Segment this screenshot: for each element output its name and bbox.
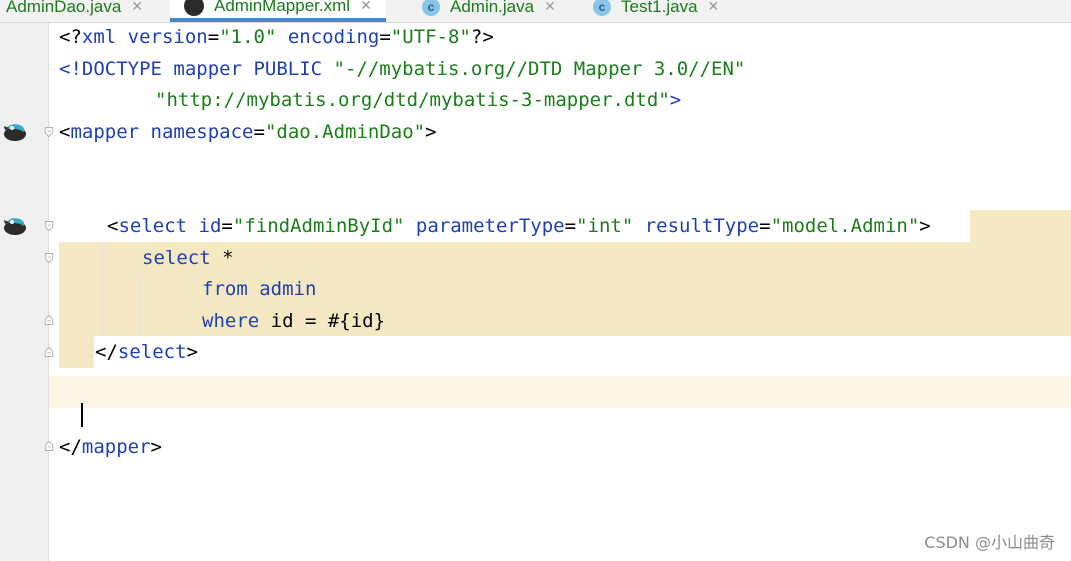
close-icon[interactable]: ✕	[360, 0, 372, 14]
tab-admin-java[interactable]: c Admin.java ✕	[422, 0, 556, 20]
tag-close: >	[150, 436, 162, 458]
public-id: "-//mybatis.org//DTD Mapper 3.0//EN"	[322, 58, 746, 80]
sql-from-keyword: from	[202, 278, 248, 300]
value-id: "findAdminById"	[232, 215, 405, 237]
xml-decl-close: ?>	[470, 26, 494, 48]
class-c-icon: c	[593, 0, 611, 16]
tag-close: >	[919, 215, 931, 237]
fold-close-icon[interactable]	[44, 315, 54, 325]
sql-condition: id = #{id}	[259, 310, 386, 332]
attr-id: id	[187, 215, 222, 237]
tag-name-select: select	[118, 215, 188, 237]
tab-label: AdminDao.java	[6, 0, 122, 16]
doctype-name: mapper	[161, 58, 243, 80]
equals: =	[207, 26, 220, 48]
equals: =	[221, 215, 233, 237]
value-namespace: "dao.AdminDao"	[264, 121, 426, 143]
xml-decl-open: <?	[59, 26, 82, 48]
public-keyword: PUBLIC	[242, 58, 323, 80]
sql-table-name: admin	[247, 278, 317, 300]
attr-encoding: encoding	[276, 26, 380, 48]
attr-version: version	[116, 26, 208, 48]
code-line-9[interactable]: </select>	[95, 336, 198, 368]
tag-close: >	[669, 89, 682, 111]
code-line-2[interactable]: <!DOCTYPE mapper PUBLIC "-//mybatis.org/…	[59, 53, 745, 85]
tag-close: >	[186, 341, 198, 363]
end-tag-open: </	[95, 341, 118, 363]
tab-label: Admin.java	[450, 0, 535, 16]
editor-gutter	[0, 23, 49, 561]
code-line-5[interactable]: <select id="findAdminById" parameterType…	[107, 210, 931, 242]
indent-guide	[102, 242, 103, 336]
tab-adminmapper-xml[interactable]: AdminMapper.xml ✕	[170, 0, 386, 22]
tab-label: AdminMapper.xml	[214, 0, 351, 15]
code-line-3[interactable]: "http://mybatis.org/dtd/mybatis-3-mapper…	[155, 84, 681, 116]
code-line-8[interactable]: where id = #{id}	[202, 305, 385, 337]
fold-close-icon[interactable]	[44, 347, 54, 357]
tag-match-highlight	[59, 336, 94, 368]
tag-name-mapper: mapper	[81, 436, 151, 458]
sql-where-keyword: where	[202, 310, 260, 332]
equals: =	[253, 121, 265, 143]
xml-keyword: xml	[81, 26, 117, 48]
tag-match-highlight	[970, 210, 1071, 242]
value-parametertype: "int"	[576, 215, 634, 237]
sql-star: *	[210, 247, 234, 269]
equals: =	[379, 26, 391, 48]
tab-test1-java[interactable]: c Test1.java ✕	[593, 0, 719, 20]
class-c-icon: c	[422, 0, 440, 16]
tag-name-select: select	[117, 341, 187, 363]
editor-tab-bar: AdminDao.java ✕ AdminMapper.xml ✕ c Admi…	[0, 0, 1071, 23]
fold-open-icon[interactable]	[44, 253, 54, 263]
mybatis-icon	[184, 0, 204, 16]
mybatis-bird-icon[interactable]	[3, 214, 27, 236]
code-line-4[interactable]: <mapper namespace="dao.AdminDao">	[59, 116, 437, 148]
system-id: "http://mybatis.org/dtd/mybatis-3-mapper…	[155, 89, 670, 111]
code-line-10[interactable]: </mapper>	[59, 431, 162, 463]
attr-parametertype: parameterType	[404, 215, 565, 237]
tab-label: Test1.java	[621, 0, 698, 16]
fold-open-icon[interactable]	[44, 221, 54, 231]
code-line-1[interactable]: <?xml version="1.0" encoding="UTF-8"?>	[59, 21, 494, 53]
close-icon[interactable]: ✕	[544, 0, 556, 15]
indent-guide	[140, 274, 141, 336]
equals: =	[759, 215, 771, 237]
end-tag-open: </	[59, 436, 82, 458]
text-caret	[81, 403, 83, 427]
value-version: "1.0"	[219, 26, 277, 48]
fold-close-icon[interactable]	[44, 441, 54, 451]
doctype-keyword: <!DOCTYPE	[59, 58, 162, 80]
close-icon[interactable]: ✕	[131, 0, 143, 15]
attr-namespace: namespace	[139, 121, 254, 143]
code-line-6[interactable]: select *	[142, 242, 234, 274]
tag-open: <	[107, 215, 119, 237]
current-line-highlight	[0, 376, 1071, 408]
value-encoding: "UTF-8"	[390, 26, 471, 48]
equals: =	[564, 215, 577, 237]
sql-select-keyword: select	[142, 247, 211, 269]
code-line-7[interactable]: from admin	[202, 273, 316, 305]
tag-open: <	[59, 121, 71, 143]
tag-name-mapper: mapper	[70, 121, 140, 143]
attr-resulttype: resultType	[633, 215, 760, 237]
tab-admindao-java[interactable]: AdminDao.java ✕	[6, 0, 143, 20]
tag-close: >	[425, 121, 437, 143]
value-resulttype: "model.Admin"	[770, 215, 920, 237]
close-icon[interactable]: ✕	[708, 0, 720, 15]
watermark: CSDN @小山曲奇	[924, 533, 1055, 552]
mybatis-bird-icon[interactable]	[3, 120, 27, 142]
fold-open-icon[interactable]	[44, 127, 54, 137]
